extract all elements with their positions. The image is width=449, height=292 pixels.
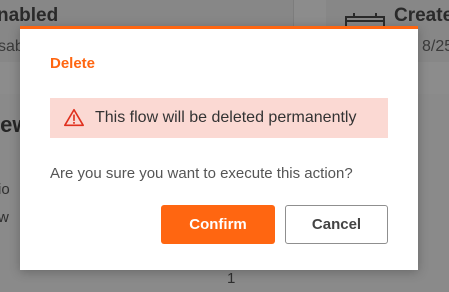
warning-text: This flow will be deleted permanently [95,109,357,126]
background-page-number: 1 [227,270,236,287]
confirmation-question: Are you sure you want to execute this ac… [50,165,353,182]
delete-confirmation-dialog: Delete This flow will be deleted permane… [20,26,418,270]
background-card-subtitle-2: 8/25 [422,38,449,55]
confirm-button[interactable]: Confirm [161,205,275,244]
background-fragment: io [0,181,10,198]
warning-banner: This flow will be deleted permanently [50,98,388,138]
warning-triangle-icon [64,108,84,127]
background-card-title: nabled [0,5,59,26]
dialog-title: Delete [50,55,96,72]
background-card-title-2: Create [394,5,449,26]
background-fragment-2: w [0,209,9,226]
cancel-button[interactable]: Cancel [285,205,388,244]
